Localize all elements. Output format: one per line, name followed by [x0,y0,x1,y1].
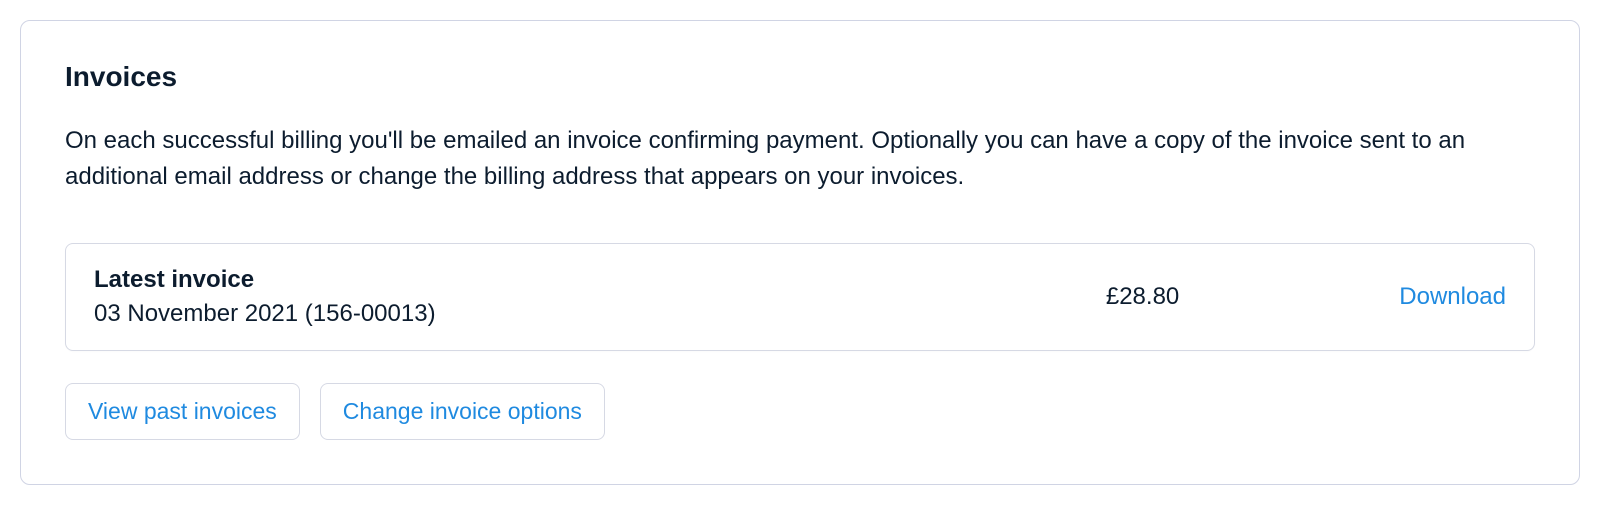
invoice-info: Latest invoice 03 November 2021 (156-000… [94,266,1106,328]
invoices-panel: Invoices On each successful billing you'… [20,20,1580,485]
panel-title: Invoices [65,61,1535,93]
panel-description: On each successful billing you'll be ema… [65,123,1535,195]
invoice-heading: Latest invoice [94,266,1106,294]
latest-invoice-card: Latest invoice 03 November 2021 (156-000… [65,243,1535,351]
invoice-date-id: 03 November 2021 (156-00013) [94,300,1106,328]
view-past-invoices-button[interactable]: View past invoices [65,383,300,440]
invoice-amount: £28.80 [1106,283,1179,311]
invoice-actions: View past invoices Change invoice option… [65,383,1535,440]
download-link[interactable]: Download [1399,283,1506,311]
change-invoice-options-button[interactable]: Change invoice options [320,383,605,440]
